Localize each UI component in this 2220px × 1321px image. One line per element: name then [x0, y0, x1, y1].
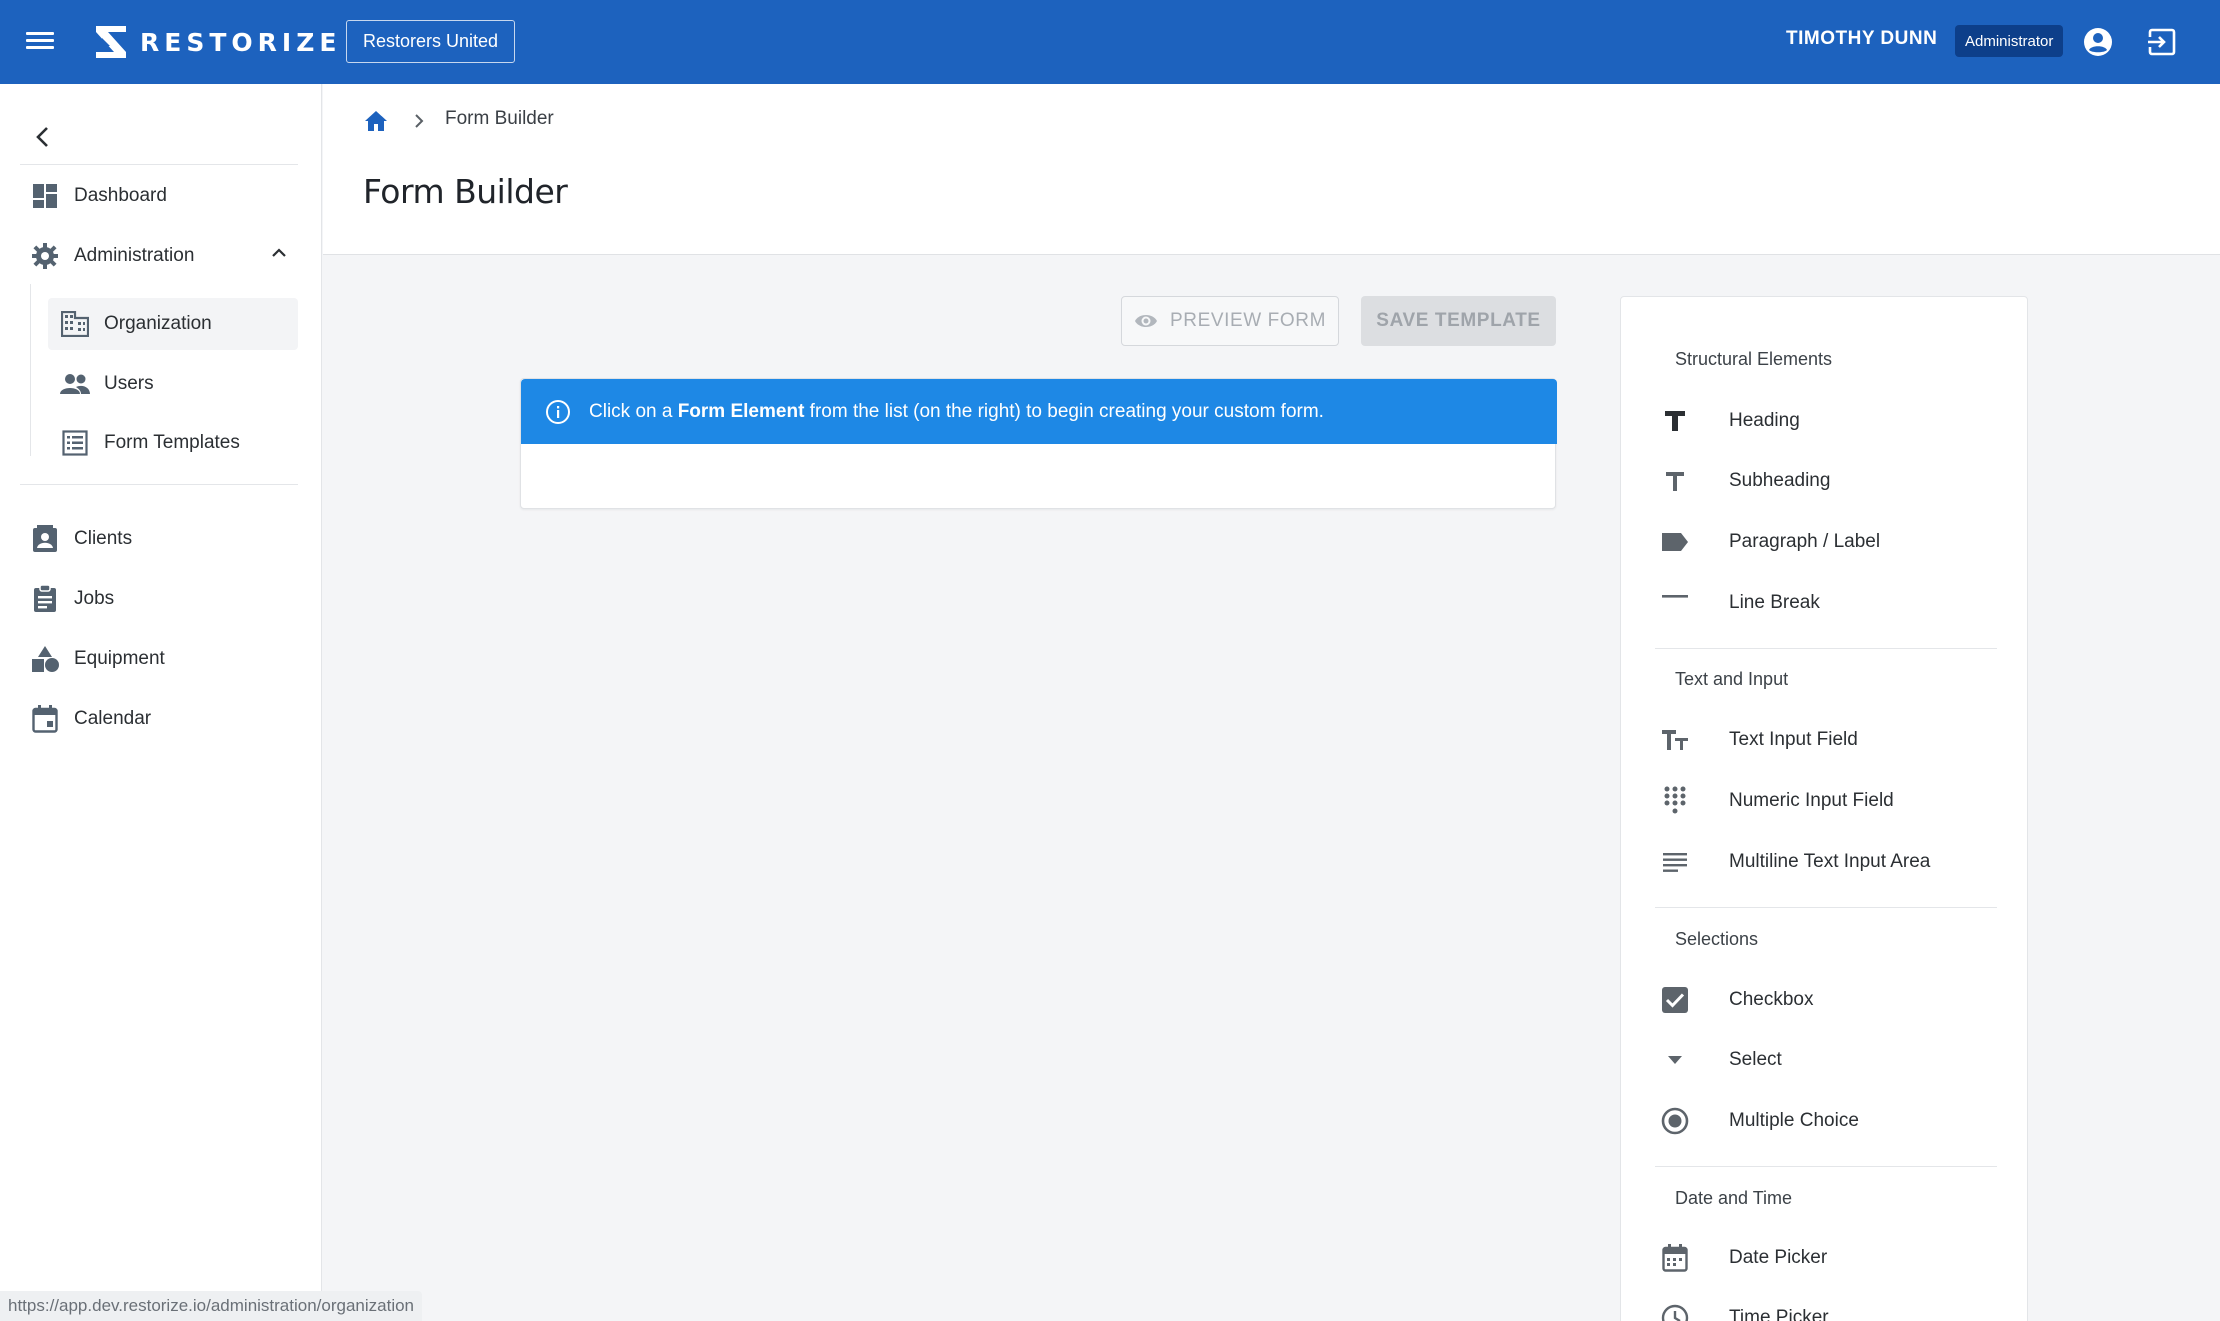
status-bar-url: https://app.dev.restorize.io/administrat… [0, 1291, 423, 1321]
section-title-selections: Selections [1675, 929, 1759, 949]
sidebar-item-label: Equipment [74, 648, 165, 669]
sidebar: Dashboard Administration Organization Us… [0, 84, 322, 1321]
sidebar-item-organization[interactable]: Organization [48, 298, 298, 350]
palette-item-checkbox[interactable]: Checkbox [1655, 974, 1995, 1026]
menu-icon[interactable] [26, 28, 54, 56]
palette-item-subheading[interactable]: Subheading [1655, 455, 1995, 507]
palette-item-time-picker[interactable]: Time Picker [1655, 1292, 1995, 1321]
eye-icon [1134, 315, 1157, 327]
calendar-icon [1655, 1238, 1695, 1278]
divider [1655, 907, 1997, 908]
account-circle-icon[interactable] [2082, 26, 2114, 58]
divider [1655, 1166, 1997, 1167]
divider [1655, 648, 1997, 649]
sidebar-item-label: Administration [74, 245, 195, 266]
role-badge: Administrator [1955, 25, 2064, 57]
palette-item-numeric-input-field[interactable]: Numeric Input Field [1655, 775, 1995, 827]
gear-icon [30, 241, 60, 271]
notes-icon [1655, 842, 1695, 882]
logout-icon[interactable] [2146, 26, 2178, 58]
sidebar-item-clients[interactable]: Clients [30, 513, 298, 565]
sidebar-item-label: Users [104, 373, 154, 394]
sidebar-item-label: Organization [104, 313, 212, 334]
form-elements-palette: Structural Elements Heading Subheading P… [1620, 296, 2028, 1321]
chevron-up-icon[interactable] [270, 244, 288, 262]
section-title-date-time: Date and Time [1675, 1188, 1793, 1208]
brand-logo[interactable]: RESTORIZE [94, 22, 341, 62]
section-title-text-input: Text and Input [1675, 669, 1789, 689]
sidebar-item-jobs[interactable]: Jobs [30, 573, 298, 625]
banner-emphasis: Form Element [677, 400, 805, 422]
save-template-button[interactable]: SAVE TEMPLATE [1361, 296, 1556, 346]
palette-item-line-break[interactable]: Line Break [1655, 577, 1995, 629]
palette-item-text-input-field[interactable]: Text Input Field [1655, 714, 1995, 766]
palette-item-multiple-choice[interactable]: Multiple Choice [1655, 1095, 1995, 1147]
subheading-icon [1655, 461, 1695, 501]
building-icon [60, 309, 90, 339]
sidebar-item-label: Form Templates [104, 432, 240, 453]
sidebar-item-calendar[interactable]: Calendar [30, 693, 298, 745]
sidebar-item-form-templates[interactable]: Form Templates [48, 417, 298, 469]
palette-item-date-picker[interactable]: Date Picker [1655, 1232, 1995, 1284]
palette-item-multiline-text[interactable]: Multiline Text Input Area [1655, 836, 1995, 888]
top-app-bar: RESTORIZE Restorers United TIMOTHY DUNN … [0, 0, 2220, 84]
chevron-right-icon [415, 114, 424, 128]
user-name: TIMOTHY DUNN [1786, 28, 1938, 49]
dashboard-icon [30, 181, 60, 211]
clock-icon [1655, 1298, 1695, 1321]
clipboard-icon [30, 584, 60, 614]
collapse-sidebar-icon[interactable] [26, 120, 60, 154]
label-tag-icon [1655, 522, 1695, 562]
users-icon [60, 369, 90, 399]
line-break-icon [1655, 583, 1695, 623]
checkbox-checked-icon [1655, 980, 1695, 1020]
divider [20, 484, 298, 485]
info-icon [546, 399, 570, 424]
banner-text: Click on a Form Element from the list (o… [589, 400, 1324, 422]
sidebar-item-label: Clients [74, 528, 133, 549]
submenu-guide-line [30, 284, 31, 456]
heading-icon [1655, 401, 1695, 441]
page-title: Form Builder [363, 172, 568, 211]
sidebar-item-label: Dashboard [74, 185, 167, 206]
sidebar-item-equipment[interactable]: Equipment [30, 633, 298, 685]
page-header: Form Builder Form Builder [323, 84, 2220, 255]
breadcrumb-current: Form Builder [445, 108, 554, 129]
palette-item-select[interactable]: Select [1655, 1034, 1995, 1086]
palette-item-paragraph-label[interactable]: Paragraph / Label [1655, 516, 1995, 568]
organization-switcher-button[interactable]: Restorers United [346, 20, 516, 63]
brand-name: RESTORIZE [140, 27, 342, 57]
section-title-structural: Structural Elements [1675, 349, 1833, 369]
contact-card-icon [30, 524, 60, 554]
calendar-icon [30, 704, 60, 734]
sidebar-item-label: Jobs [74, 588, 115, 609]
text-fields-icon [1655, 720, 1695, 760]
preview-form-label: PREVIEW FORM [1169, 310, 1327, 331]
shapes-icon [30, 644, 60, 674]
preview-form-button[interactable]: PREVIEW FORM [1121, 296, 1339, 346]
palette-item-heading[interactable]: Heading [1655, 395, 1995, 447]
home-icon[interactable] [363, 108, 389, 134]
divider [20, 164, 298, 165]
info-banner: Click on a Form Element from the list (o… [521, 379, 1557, 444]
dropdown-arrow-icon [1655, 1040, 1695, 1080]
form-canvas: Click on a Form Element from the list (o… [520, 378, 1557, 509]
sidebar-item-label: Calendar [74, 708, 152, 729]
restorize-logo-icon [96, 26, 126, 58]
sidebar-item-users[interactable]: Users [48, 358, 298, 410]
dialpad-icon [1655, 781, 1695, 821]
form-templates-icon [60, 428, 90, 458]
radio-button-icon [1655, 1101, 1695, 1141]
sidebar-item-dashboard[interactable]: Dashboard [30, 170, 298, 222]
sidebar-item-administration[interactable]: Administration [30, 230, 298, 282]
